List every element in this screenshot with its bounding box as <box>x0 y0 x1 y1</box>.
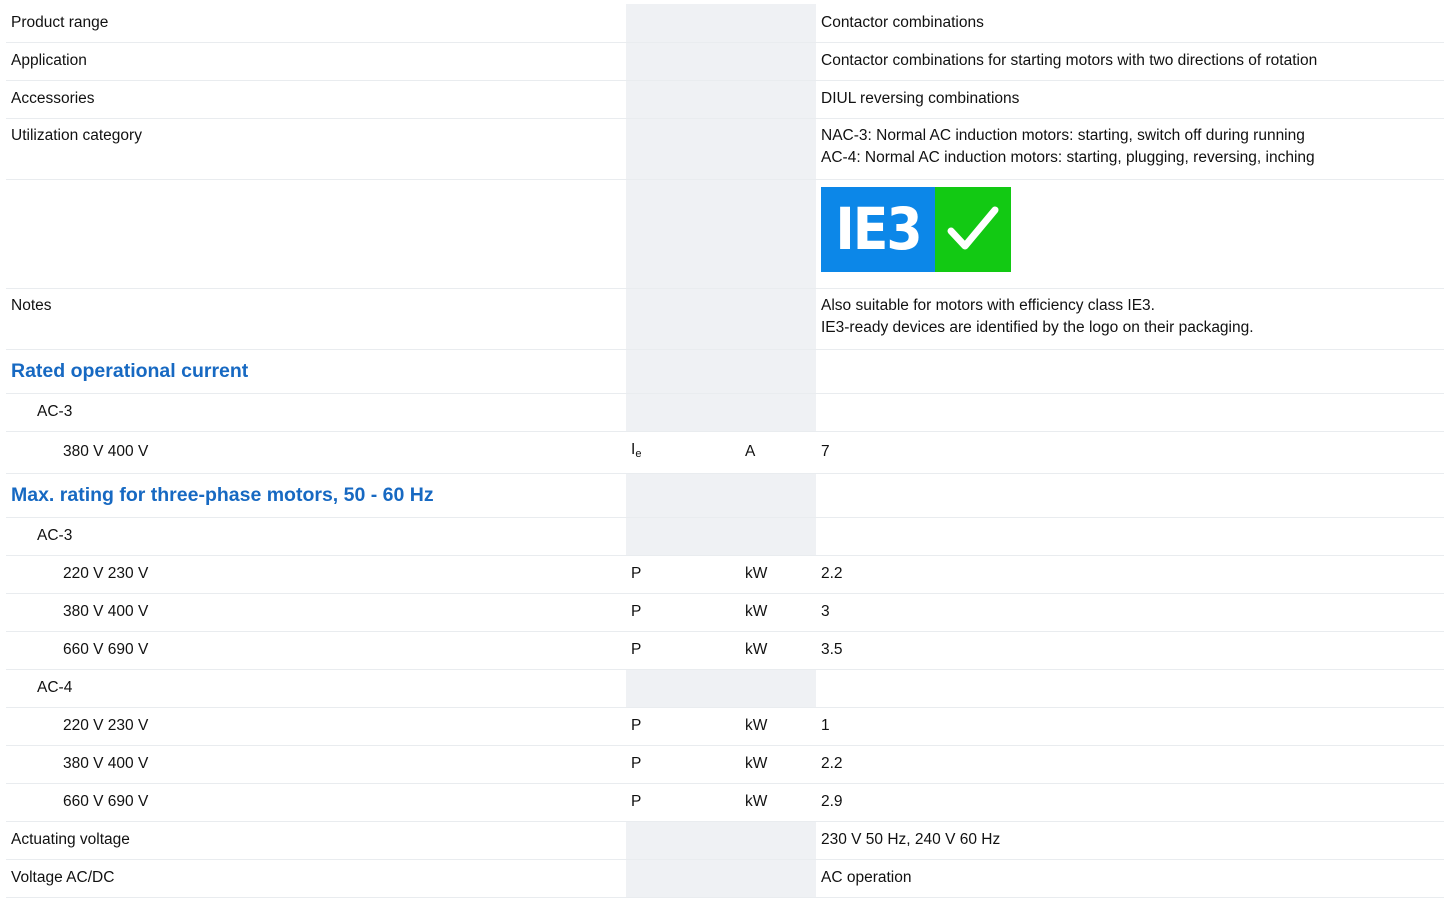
label-voltage: 380 V 400 V <box>6 745 626 784</box>
label-voltage: 660 V 690 V <box>6 783 626 822</box>
label-voltage: 660 V 690 V <box>6 631 626 670</box>
label-ac3: AC-3 <box>6 393 626 432</box>
label-accessories: Accessories <box>6 80 626 119</box>
value: 2.2 <box>816 555 1444 594</box>
row-rated-current-400v: 380 V 400 V Ie A 7 <box>6 431 1444 474</box>
symbol: P <box>626 745 740 784</box>
label-voltage: 380 V 400 V <box>6 431 626 474</box>
value: 3 <box>816 593 1444 632</box>
symbol: P <box>626 593 740 632</box>
symbol-subscript: e <box>635 448 642 460</box>
value-product-range: Contactor combinations <box>816 4 1444 43</box>
row-max-ac3-230v: 220 V 230 V P kW 2.2 <box>6 555 1444 594</box>
value-accessories: DIUL reversing combinations <box>816 80 1444 119</box>
ie3-logo-text: IE3 <box>821 186 935 272</box>
label-voltage-acdc: Voltage AC/DC <box>6 859 626 898</box>
notes-line-1: Also suitable for motors with efficiency… <box>821 296 1155 314</box>
label-application: Application <box>6 42 626 81</box>
unit: kW <box>740 745 816 784</box>
label-product-range: Product range <box>6 4 626 43</box>
value-actuating-voltage: 230 V 50 Hz, 240 V 60 Hz <box>816 821 1444 860</box>
row-voltage-acdc: Voltage AC/DC AC operation <box>6 859 1444 898</box>
value: 1 <box>816 707 1444 746</box>
row-actuating-voltage: Actuating voltage 230 V 50 Hz, 240 V 60 … <box>6 821 1444 860</box>
unit: kW <box>740 593 816 632</box>
utilization-line-1: NAC-3: Normal AC induction motors: start… <box>821 126 1305 144</box>
section-heading: Rated operational current <box>6 349 626 394</box>
symbol: P <box>626 707 740 746</box>
unit: kW <box>740 631 816 670</box>
label-voltage: 220 V 230 V <box>6 555 626 594</box>
unit: A <box>740 431 816 474</box>
unit: kW <box>740 783 816 822</box>
row-product-range: Product range Contactor combinations <box>6 4 1444 43</box>
checkmark-icon <box>935 186 1011 272</box>
row-max-ac3-690v: 660 V 690 V P kW 3.5 <box>6 631 1444 670</box>
label-ac3: AC-3 <box>6 517 626 556</box>
symbol: P <box>626 555 740 594</box>
row-max-ac4-230v: 220 V 230 V P kW 1 <box>6 707 1444 746</box>
label-actuating-voltage: Actuating voltage <box>6 821 626 860</box>
value: 7 <box>816 431 1444 474</box>
row-ie3-logo: IE3 <box>6 179 1444 289</box>
symbol: P <box>626 783 740 822</box>
value: 2.2 <box>816 745 1444 784</box>
section-max-rating: Max. rating for three-phase motors, 50 -… <box>6 473 1444 518</box>
notes-line-2: IE3-ready devices are identified by the … <box>821 318 1254 336</box>
symbol: P <box>626 631 740 670</box>
row-rated-ac3: AC-3 <box>6 393 1444 432</box>
section-heading: Max. rating for three-phase motors, 50 -… <box>6 473 626 518</box>
unit: kW <box>740 555 816 594</box>
value-application: Contactor combinations for starting moto… <box>816 42 1444 81</box>
row-notes: Notes Also suitable for motors with effi… <box>6 288 1444 350</box>
label-voltage: 380 V 400 V <box>6 593 626 632</box>
value: 3.5 <box>816 631 1444 670</box>
unit: kW <box>740 707 816 746</box>
section-rated-operational-current: Rated operational current <box>6 349 1444 394</box>
label-voltage: 220 V 230 V <box>6 707 626 746</box>
label-notes: Notes <box>6 288 626 350</box>
utilization-line-2: AC-4: Normal AC induction motors: starti… <box>821 148 1315 166</box>
row-max-ac4: AC-4 <box>6 669 1444 708</box>
row-accessories: Accessories DIUL reversing combinations <box>6 80 1444 119</box>
row-max-ac3-400v: 380 V 400 V P kW 3 <box>6 593 1444 632</box>
value-voltage-acdc: AC operation <box>816 859 1444 898</box>
row-application: Application Contactor combinations for s… <box>6 42 1444 81</box>
row-utilization-category: Utilization category NAC-3: Normal AC in… <box>6 118 1444 180</box>
value: 2.9 <box>816 783 1444 822</box>
label-utilization-category: Utilization category <box>6 118 626 180</box>
value-notes: Also suitable for motors with efficiency… <box>816 288 1444 350</box>
value-utilization-category: NAC-3: Normal AC induction motors: start… <box>816 118 1444 180</box>
ie3-logo: IE3 <box>821 186 1011 272</box>
row-max-ac3: AC-3 <box>6 517 1444 556</box>
row-max-ac4-400v: 380 V 400 V P kW 2.2 <box>6 745 1444 784</box>
row-max-ac4-690v: 660 V 690 V P kW 2.9 <box>6 783 1444 822</box>
symbol-cell: Ie <box>626 431 740 474</box>
spec-table: Product range Contactor combinations App… <box>6 4 1444 898</box>
label-ac4: AC-4 <box>6 669 626 708</box>
